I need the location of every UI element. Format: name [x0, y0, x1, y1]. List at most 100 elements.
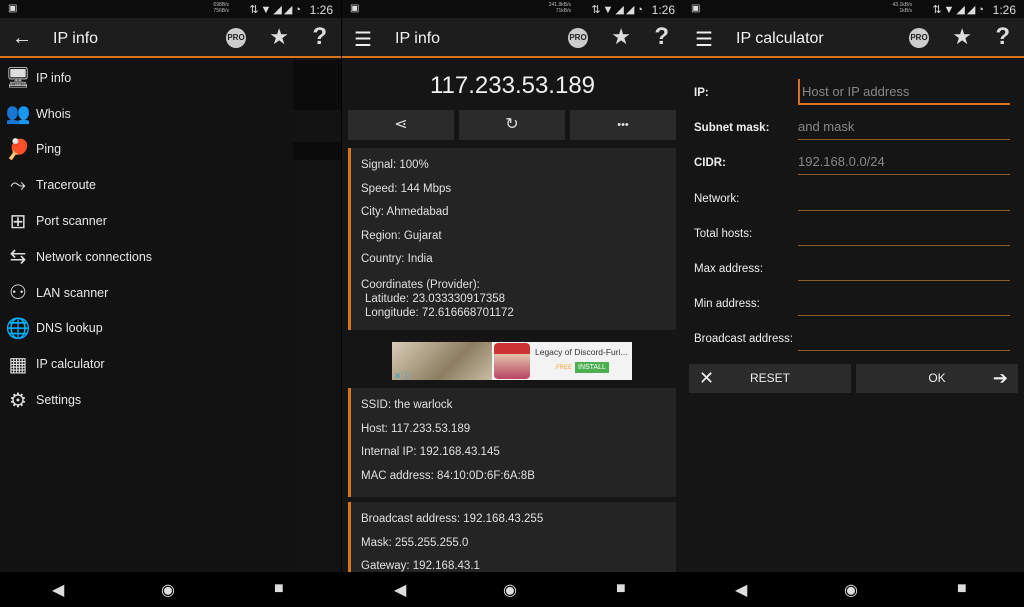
reset-button[interactable]: ✕ RESET [689, 364, 851, 393]
region: Region: Gujarat [361, 229, 442, 242]
home-nav-icon[interactable]: ◉ [503, 580, 517, 600]
drawer-item-label: IP info [36, 70, 72, 85]
ok-button[interactable]: OK ➔ [856, 364, 1018, 393]
app-bar: ← IP info PRO ★ ? [0, 18, 341, 58]
signal-icons: ⇅▼◢◢◔ [932, 4, 986, 16]
connections-icon: ⇆ [9, 246, 27, 269]
total-hosts-input[interactable] [798, 220, 1010, 246]
ad-banner[interactable]: ✕ⓘ Legacy of Discord-Furi... FREE INSTAL… [392, 342, 632, 382]
star-icon[interactable]: ★ [269, 24, 289, 50]
home-nav-icon[interactable]: ◉ [161, 580, 175, 600]
field-row: CIDR: 192.168.0.0/24 [694, 149, 1010, 179]
recents-nav-icon[interactable]: ■ [616, 580, 626, 598]
clock: 1:26 [992, 3, 1016, 17]
pro-icon[interactable]: PRO [226, 28, 246, 48]
clock: 1:26 [309, 3, 333, 17]
drawer-item-ping[interactable]: 🏓 Ping [0, 132, 293, 168]
drawer-item-whois[interactable]: 👥 Whois [0, 96, 293, 132]
connection-card: Signal: 100% Speed: 144 Mbps City: Ahmed… [348, 148, 676, 330]
status-bar: ▣ 43.1kB/s 1kB/s ⇅▼◢◢◔ 1:26 [683, 0, 1024, 18]
field-label: Total hosts: [694, 227, 753, 240]
ip-input[interactable]: Host or IP address [798, 79, 1010, 105]
field-label: Subnet mask: [694, 122, 770, 135]
help-icon[interactable]: ? [995, 23, 1010, 51]
country: Country: India [361, 253, 433, 265]
share-icon: ⋖ [394, 116, 408, 133]
field-row: Broadcast address: [694, 325, 1010, 355]
city: City: Ahmedabad [361, 206, 449, 218]
drawer-scrim[interactable] [293, 60, 341, 600]
drawer-item-traceroute[interactable]: ⤳ Traceroute [0, 167, 293, 203]
ip-info-screen: ▣ 241.9kB/s 71kB/s ⇅▼◢◢◔ 1:26 ☰ IP info P… [342, 0, 683, 607]
image-notification-icon: ▣ [691, 3, 701, 14]
min-address-input[interactable] [798, 290, 1010, 317]
network-card: SSID: the warlock Host: 117.233.53.189 I… [348, 388, 676, 497]
speed: Speed: 144 Mbps [361, 182, 452, 195]
back-nav-icon[interactable]: ◀ [394, 580, 406, 600]
clock: 1:26 [651, 3, 675, 17]
latitude: Latitude: 23.033330917358 [365, 292, 506, 305]
more-button[interactable]: ••• [570, 110, 676, 140]
app-bar: ☰ IP calculator PRO ★ ? [683, 18, 1024, 58]
arrow-right-icon: ➔ [992, 368, 1008, 388]
ad-close-icon[interactable]: ✕ⓘ [394, 369, 411, 382]
field-row: Network: [694, 185, 1010, 215]
image-notification-icon: ▣ [350, 3, 360, 14]
drawer-item-ip-calculator[interactable]: ▦ IP calculator [0, 346, 293, 382]
help-icon[interactable]: ? [312, 23, 327, 51]
system-nav-bar: ◀ ◉ ■ [0, 572, 341, 607]
help-icon[interactable]: ? [654, 23, 669, 51]
subnet-mask-input[interactable]: and mask [798, 114, 1010, 141]
ssid: SSID: the warlock [361, 399, 453, 411]
back-nav-icon[interactable]: ◀ [52, 580, 64, 600]
field-label: IP: [694, 87, 709, 99]
page-title: IP calculator [736, 30, 824, 47]
cidr-input[interactable]: 192.168.0.0/24 [798, 149, 1010, 176]
ad-install-button[interactable]: INSTALL [575, 362, 609, 373]
drawer-item-lan-scanner[interactable]: ⚇ LAN scanner [0, 275, 293, 311]
globe-icon: 🌐 [5, 317, 31, 340]
max-address-input[interactable] [798, 255, 1010, 281]
recents-nav-icon[interactable]: ■ [957, 580, 967, 598]
broadcast-address-input[interactable] [798, 325, 1010, 352]
drawer-item-label: Settings [36, 393, 82, 408]
star-icon[interactable]: ★ [952, 24, 972, 50]
field-row: Subnet mask: and mask [694, 114, 1010, 144]
back-arrow-icon[interactable]: ← [12, 27, 32, 50]
download-rate: 1kB/s [899, 8, 912, 14]
home-nav-icon[interactable]: ◉ [844, 580, 858, 600]
pro-icon[interactable]: PRO [909, 28, 929, 48]
recents-nav-icon[interactable]: ■ [274, 580, 284, 598]
signal-icons: ⇅▼◢◢◔ [591, 4, 645, 16]
longitude: Longitude: 72.616668701172 [365, 306, 514, 319]
refresh-button[interactable]: ↻ [459, 110, 565, 140]
broadcast-address: Broadcast address: 192.168.43.255 [361, 513, 544, 525]
download-rate: 71kB/s [555, 8, 571, 14]
drawer-item-settings[interactable]: ⚙ Settings [0, 382, 293, 418]
ad-title: Legacy of Discord-Furi... [535, 347, 628, 357]
drawer-item-port-scanner[interactable]: ⊞ Port scanner [0, 203, 293, 239]
pro-icon[interactable]: PRO [568, 28, 588, 48]
image-notification-icon: ▣ [8, 3, 18, 14]
field-row: Total hosts: [694, 220, 1010, 250]
field-label: Broadcast address: [694, 333, 794, 346]
page-title: IP info [53, 30, 99, 47]
coordinates-label: Coordinates (Provider): [361, 278, 480, 291]
network-input[interactable] [798, 185, 1010, 211]
drawer-item-dns-lookup[interactable]: 🌐 DNS lookup [0, 311, 293, 347]
host: Host: 117.233.53.189 [361, 422, 471, 435]
star-icon[interactable]: ★ [611, 24, 631, 50]
monitor-icon: 🖥 [5, 67, 31, 90]
share-button[interactable]: ⋖ [348, 110, 454, 140]
drawer-item-label: Network connections [36, 249, 153, 264]
menu-icon[interactable]: ☰ [354, 27, 372, 52]
menu-icon[interactable]: ☰ [695, 27, 713, 52]
drawer-item-ip-info[interactable]: 🖥 IP info [0, 60, 293, 96]
drawer-item-network-connections[interactable]: ⇆ Network connections [0, 239, 293, 275]
people-icon: 👥 [5, 103, 31, 126]
drawer-screen: ▣ 698B/s 756B/s ⇅▼◢◢◔ 1:26 ← IP info PRO … [0, 0, 341, 607]
back-nav-icon[interactable]: ◀ [735, 580, 747, 600]
ad-app-icon [494, 343, 530, 379]
ip-calculator-screen: ▣ 43.1kB/s 1kB/s ⇅▼◢◢◔ 1:26 ☰ IP calculat… [683, 0, 1024, 607]
drawer-item-label: Port scanner [36, 214, 107, 229]
